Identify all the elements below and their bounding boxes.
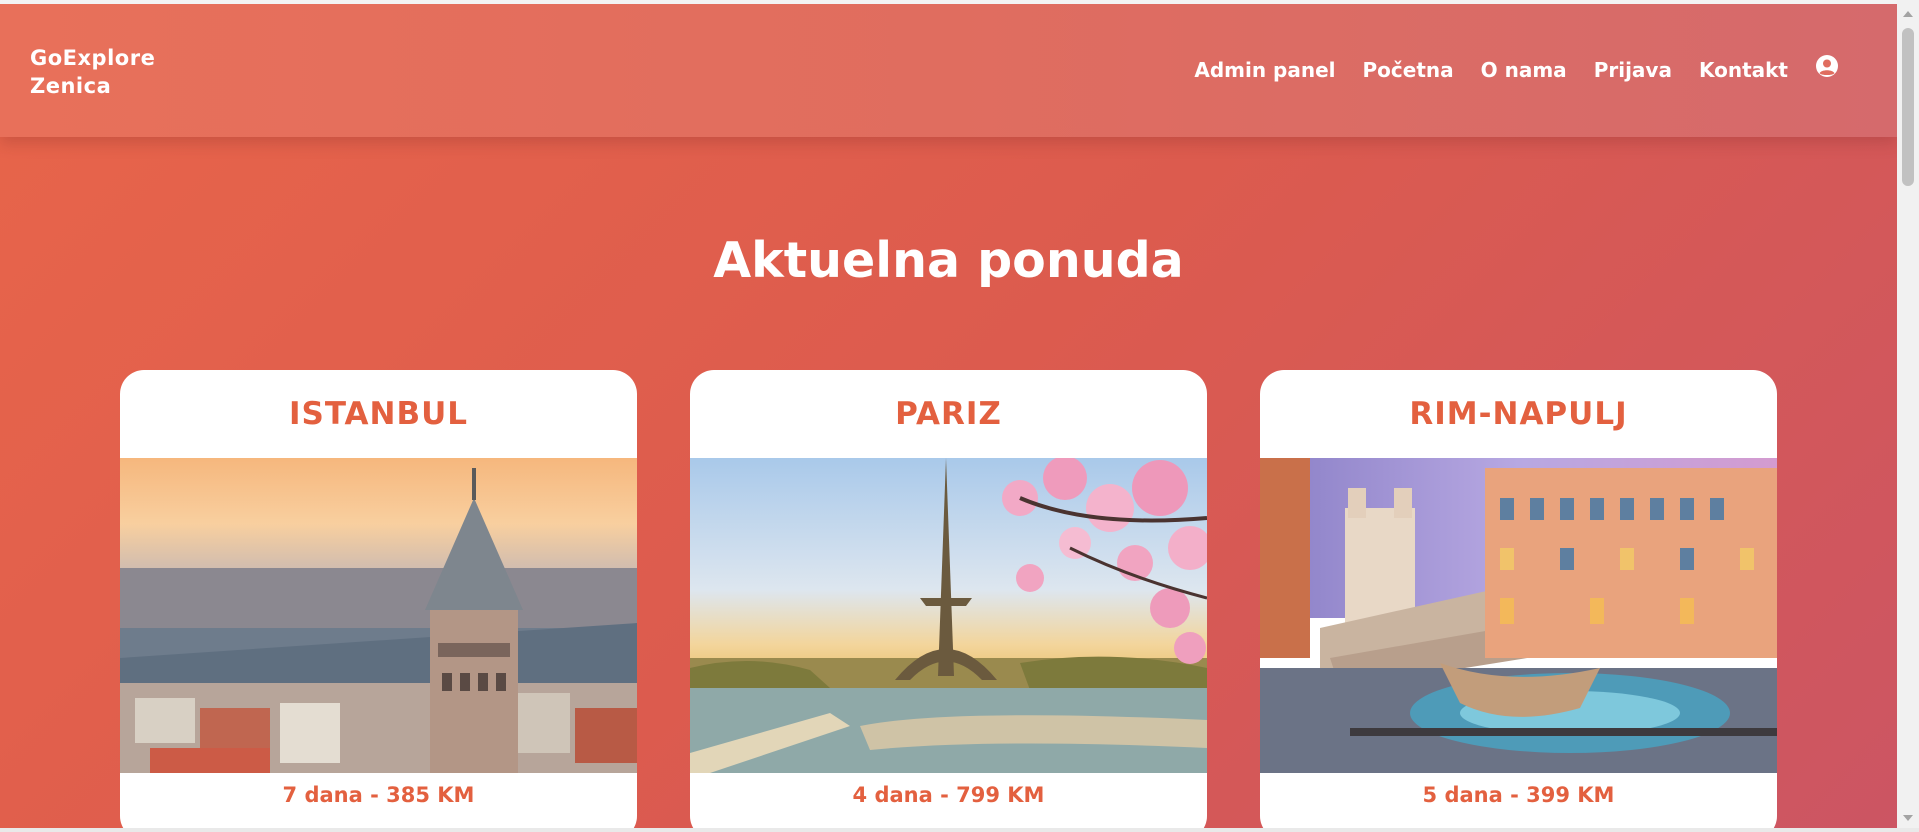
- brand-line-1: GoExplore: [30, 46, 156, 70]
- scroll-down-arrow-icon[interactable]: [1902, 812, 1914, 824]
- navbar: GoExplore Zenica Admin panel Početna O n…: [0, 4, 1897, 137]
- offer-price: 7 dana - 385 KM: [282, 783, 475, 807]
- offer-card-istanbul[interactable]: ISTANBUL 7 dana - 385 KM: [120, 370, 637, 828]
- offer-title: RIM-NAPULJ: [1409, 396, 1628, 432]
- galata-tower-photo: [120, 458, 637, 773]
- nav-links: Admin panel Početna O nama Prijava Konta…: [1167, 55, 1839, 82]
- offer-card-pariz[interactable]: PARIZ 4 dana - 799 KM: [690, 370, 1207, 828]
- user-circle-icon[interactable]: [1815, 54, 1839, 78]
- nav-admin-panel[interactable]: Admin panel: [1194, 58, 1335, 82]
- eiffel-tower-photo: [690, 458, 1207, 773]
- brand-line-2: Zenica: [30, 74, 112, 98]
- offer-price: 4 dana - 799 KM: [852, 783, 1045, 807]
- offer-price: 5 dana - 399 KM: [1422, 783, 1615, 807]
- offer-title: ISTANBUL: [288, 396, 469, 432]
- scroll-thumb[interactable]: [1902, 28, 1914, 186]
- nav-kontakt[interactable]: Kontakt: [1699, 58, 1788, 82]
- window-bottom-edge: [0, 828, 1919, 832]
- section-title: Aktuelna ponuda: [713, 232, 1184, 289]
- page: GoExplore Zenica Admin panel Početna O n…: [0, 4, 1897, 828]
- brand-logo[interactable]: GoExplore Zenica: [30, 44, 155, 100]
- scroll-up-arrow-icon[interactable]: [1902, 8, 1914, 20]
- offer-title: PARIZ: [895, 396, 1002, 432]
- offer-card-rim-napulj[interactable]: RIM-NAPULJ 5 dana - 399 KM: [1260, 370, 1777, 828]
- nav-pocetna[interactable]: Početna: [1363, 58, 1454, 82]
- nav-prijava[interactable]: Prijava: [1594, 58, 1672, 82]
- spanish-steps-photo: [1260, 458, 1777, 773]
- nav-o-nama[interactable]: O nama: [1481, 58, 1567, 82]
- vertical-scrollbar[interactable]: [1897, 0, 1919, 832]
